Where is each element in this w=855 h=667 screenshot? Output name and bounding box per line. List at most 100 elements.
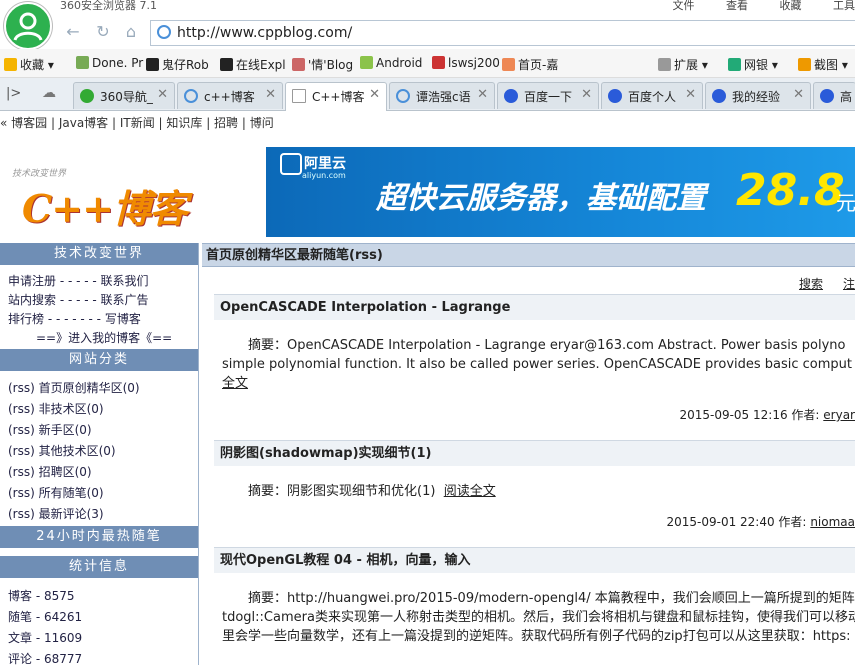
bookmark-item[interactable]: 首页-嘉	[502, 56, 558, 73]
site-top-nav[interactable]: « 博客园 | Java博客 | IT新闻 | 知识库 | 招聘 | 博问	[0, 114, 855, 136]
close-icon[interactable]: ✕	[581, 87, 592, 102]
category-item[interactable]: (rss) 其他技术区(0)	[8, 442, 116, 459]
bookmark-item[interactable]: Done. Pr	[76, 56, 143, 70]
stat-item: 随笔 - 64261	[8, 608, 82, 625]
tab-c-language[interactable]: 谭浩强c语✕	[389, 82, 495, 109]
stat-item: 文章 - 11609	[8, 629, 82, 646]
tab-favicon	[80, 89, 94, 103]
tab-cpp-blog[interactable]: C++博客✕	[285, 82, 387, 111]
category-item[interactable]: (rss) 招聘区(0)	[8, 463, 92, 480]
post-title[interactable]: 现代OpenGL教程 04 - 相机，向量，输入	[214, 547, 855, 573]
read-more-link[interactable]: 阅读全文	[444, 484, 496, 499]
read-more-link[interactable]: 全文	[222, 374, 855, 393]
address-bar[interactable]: http://www.cppblog.com/	[150, 20, 855, 46]
bookmark-icon	[146, 58, 159, 71]
author-link[interactable]: eryar	[823, 408, 855, 422]
category-item[interactable]: (rss) 首页原创精华区(0)	[8, 379, 140, 396]
register-link[interactable]: 注	[843, 275, 855, 292]
section-title[interactable]: 首页原创精华区最新随笔(rss)	[202, 243, 855, 267]
menu-tools[interactable]: 工具	[833, 0, 855, 12]
address-toolbar: ← ↻ ⌂ http://www.cppblog.com/	[0, 16, 855, 49]
tab-baidu-personal[interactable]: 百度个人✕	[601, 82, 703, 109]
back-icon[interactable]: ←	[62, 22, 84, 42]
baidu-paw-icon	[820, 89, 834, 103]
close-icon[interactable]: ✕	[157, 87, 168, 102]
sidebar-link-search[interactable]: 站内搜索 - - - - - 联系广告	[8, 291, 149, 308]
bookmark-icon	[502, 58, 515, 71]
aliyun-logo-icon	[280, 153, 302, 175]
stat-item: 博客 - 8575	[8, 587, 75, 604]
menu-view[interactable]: 查看	[726, 0, 748, 12]
grid-icon	[658, 58, 671, 71]
home-icon[interactable]: ⌂	[120, 22, 142, 42]
cloud-icon[interactable]: ☁	[42, 85, 56, 101]
baidu-paw-icon	[712, 89, 726, 103]
android-icon	[360, 56, 373, 69]
close-icon[interactable]: ✕	[369, 87, 380, 102]
bookmarks-bar: 收藏 ▾ Done. Pr 鬼仔Rob 在线Expl '情'Blog Andro…	[0, 49, 855, 78]
ad-headline: 超快云服务器，基础配置	[376, 173, 706, 217]
bookmark-item[interactable]: '情'Blog	[292, 56, 353, 73]
category-item[interactable]: (rss) 新手区(0)	[8, 421, 92, 438]
tab-more[interactable]: 高	[813, 82, 855, 109]
post-summary: 摘要：OpenCASCADE Interpolation - Lagrange …	[248, 336, 855, 355]
search-link[interactable]: 搜索	[799, 275, 823, 292]
bookmark-item[interactable]: lswsj200	[432, 56, 500, 70]
extensions-button[interactable]: 扩展 ▾	[658, 56, 708, 73]
aliyun-ad-banner[interactable]: 阿里云 aliyun.com 超快云服务器，基础配置 28.8 元	[266, 147, 855, 237]
category-item[interactable]: (rss) 所有随笔(0)	[8, 484, 104, 501]
close-icon[interactable]: ✕	[265, 87, 276, 102]
post-summary: 摘要：阴影图实现细节和优化(1) 阅读全文	[248, 482, 855, 501]
tab-360nav[interactable]: 360导航_✕	[73, 82, 175, 109]
search-icon	[184, 89, 198, 103]
bookmark-icon	[76, 56, 89, 69]
sidebar-link-ranking[interactable]: 排行榜 - - - - - - - 写博客	[8, 310, 141, 327]
netbank-button[interactable]: 网银 ▾	[728, 56, 778, 73]
baidu-paw-icon	[608, 89, 622, 103]
bookmark-item[interactable]: 鬼仔Rob	[146, 56, 209, 73]
sidebar-head-slogan: 技术改变世界	[0, 243, 198, 265]
baidu-paw-icon	[504, 89, 518, 103]
category-item[interactable]: (rss) 最新评论(3)	[8, 505, 104, 522]
menu-file[interactable]: 文件	[673, 0, 695, 12]
menu-favorites[interactable]: 收藏	[780, 0, 802, 12]
page-icon	[292, 89, 306, 103]
post-summary: simple polynomial function. It also be c…	[222, 355, 855, 374]
ad-price: 28.8	[736, 165, 845, 216]
page-globe-icon	[157, 25, 171, 39]
site-logo[interactable]: C++博客	[22, 178, 187, 233]
post-summary: 摘要：http://huangwei.pro/2015-09/modern-op…	[248, 589, 855, 608]
close-icon[interactable]: ✕	[477, 87, 488, 102]
sidebar-link-register[interactable]: 申请注册 - - - - - 联系我们	[8, 272, 149, 289]
tab-cpp-blog-search[interactable]: c++博客✕	[177, 82, 283, 109]
bookmark-favorites[interactable]: 收藏 ▾	[4, 56, 54, 73]
post-title[interactable]: 阴影图(shadowmap)实现细节(1)	[214, 440, 855, 466]
close-icon[interactable]: ✕	[793, 87, 804, 102]
url-text[interactable]: http://www.cppblog.com/	[177, 25, 352, 41]
post-title[interactable]: OpenCASCADE Interpolation - Lagrange	[214, 294, 855, 320]
ad-unit: 元	[836, 187, 855, 216]
refresh-icon[interactable]: ↻	[92, 22, 114, 42]
bookmark-item[interactable]: 在线Expl	[220, 56, 286, 73]
category-item[interactable]: (rss) 非技术区(0)	[8, 400, 104, 417]
search-icon	[396, 89, 410, 103]
sidebar-link-my-blog[interactable]: ==》进入我的博客《==	[36, 329, 172, 346]
bookmark-icon	[432, 56, 445, 69]
bookmark-item[interactable]: Android	[360, 56, 422, 70]
bookmark-icon	[220, 58, 233, 71]
tab-baidu[interactable]: 百度一下✕	[497, 82, 599, 109]
browser-menu: 文件 查看 收藏 工具	[645, 0, 855, 13]
scissors-icon	[798, 58, 811, 71]
screenshot-button[interactable]: 截图 ▾	[798, 56, 848, 73]
sidebar-toggle-icon[interactable]: |>	[6, 86, 21, 101]
close-icon[interactable]: ✕	[685, 87, 696, 102]
user-avatar-icon[interactable]	[4, 2, 52, 50]
stat-item: 评论 - 68777	[8, 650, 82, 667]
star-icon	[4, 58, 17, 71]
tab-baidu-experience[interactable]: 我的经验✕	[705, 82, 811, 109]
author-link[interactable]: niomaa	[810, 515, 855, 529]
sidebar-head-stats: 统计信息	[0, 556, 198, 578]
yuan-icon	[728, 58, 741, 71]
post-meta: 2015-09-01 22:40 作者: niomaa	[666, 513, 855, 530]
sidebar: 技术改变世界 申请注册 - - - - - 联系我们 站内搜索 - - - - …	[0, 243, 199, 665]
